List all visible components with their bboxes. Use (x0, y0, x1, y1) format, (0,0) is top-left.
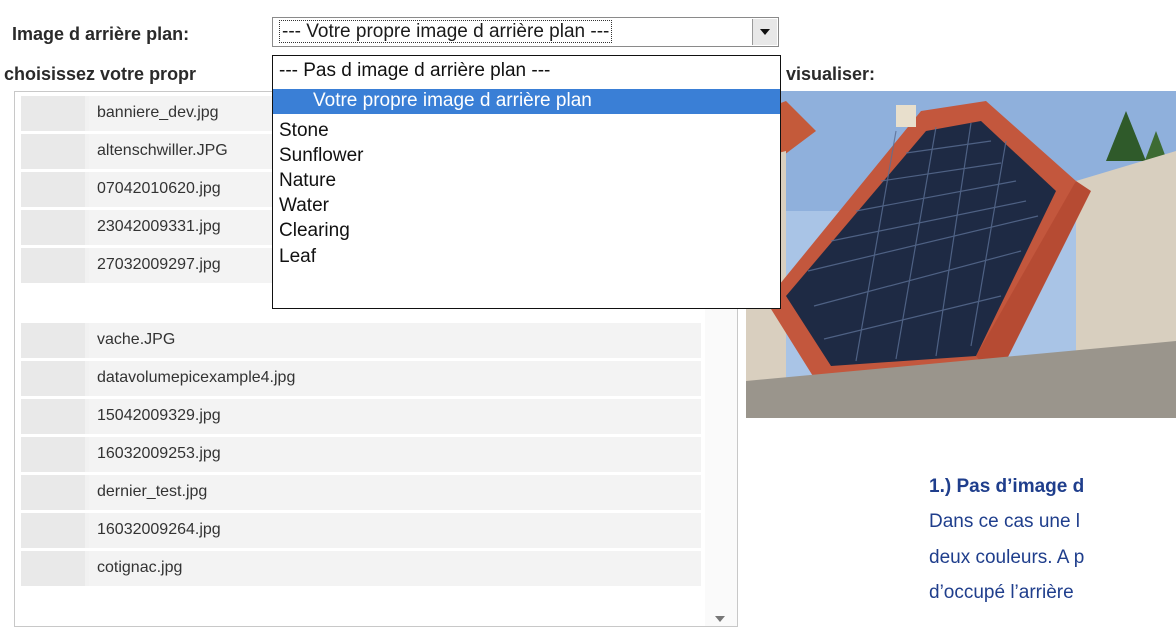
file-name: 07042010620.jpg (97, 180, 221, 197)
caption-heading: 1.) Pas d’image d (929, 476, 1085, 497)
file-row[interactable]: datavolumepicexample4.jpg (21, 361, 701, 396)
file-row[interactable]: 16032009264.jpg (21, 513, 701, 548)
choose-own-image-label: choisissez votre propr (4, 64, 197, 84)
file-name: altenschwiller.JPG (97, 142, 228, 159)
file-name: cotignac.jpg (97, 559, 183, 576)
file-name: 16032009253.jpg (97, 445, 221, 462)
dropdown-option[interactable]: Water (273, 194, 780, 219)
file-name: vache.JPG (97, 331, 176, 348)
file-name: 27032009297.jpg (97, 256, 221, 273)
caption-line: deux couleurs. A p (929, 547, 1085, 568)
dropdown-option[interactable]: Clearing (273, 219, 780, 244)
file-name: datavolumepicexample4.jpg (97, 369, 296, 386)
file-name: 15042009329.jpg (97, 407, 221, 424)
caption-line: d’occupé l’arrière (929, 582, 1074, 603)
caption-line: Dans ce cas une l (929, 511, 1081, 532)
dropdown-option[interactable]: Sunflower (273, 144, 780, 169)
chevron-down-icon[interactable] (752, 19, 777, 45)
file-row[interactable]: cotignac.jpg (21, 551, 701, 586)
dropdown-option[interactable]: Nature (273, 169, 780, 194)
select-current-value: --- Votre propre image d arrière plan --… (279, 20, 613, 43)
file-name: 16032009264.jpg (97, 521, 221, 538)
scroll-down-arrow-icon[interactable] (715, 616, 725, 622)
file-name: 23042009331.jpg (97, 218, 221, 235)
background-image-label: Image d arrière plan: (12, 24, 190, 44)
dropdown-option-selected[interactable]: Votre propre image d arrière plan (273, 89, 780, 114)
dropdown-option[interactable]: --- Pas d image d arrière plan --- (273, 59, 780, 84)
background-image-dropdown[interactable]: --- Pas d image d arrière plan --- Votre… (272, 55, 781, 309)
preview-image (746, 91, 1176, 418)
dropdown-option[interactable]: Leaf (273, 245, 780, 270)
dropdown-option[interactable]: Stone (273, 119, 780, 144)
preview-label: visualiser: (786, 64, 876, 84)
file-row[interactable]: dernier_test.jpg (21, 475, 701, 510)
file-row[interactable]: 16032009253.jpg (21, 437, 701, 472)
file-row[interactable]: 15042009329.jpg (21, 399, 701, 434)
file-name: dernier_test.jpg (97, 483, 208, 500)
file-row[interactable]: vache.JPG (21, 323, 701, 358)
file-name: banniere_dev.jpg (97, 104, 219, 121)
background-image-select[interactable]: --- Votre propre image d arrière plan --… (272, 17, 779, 47)
